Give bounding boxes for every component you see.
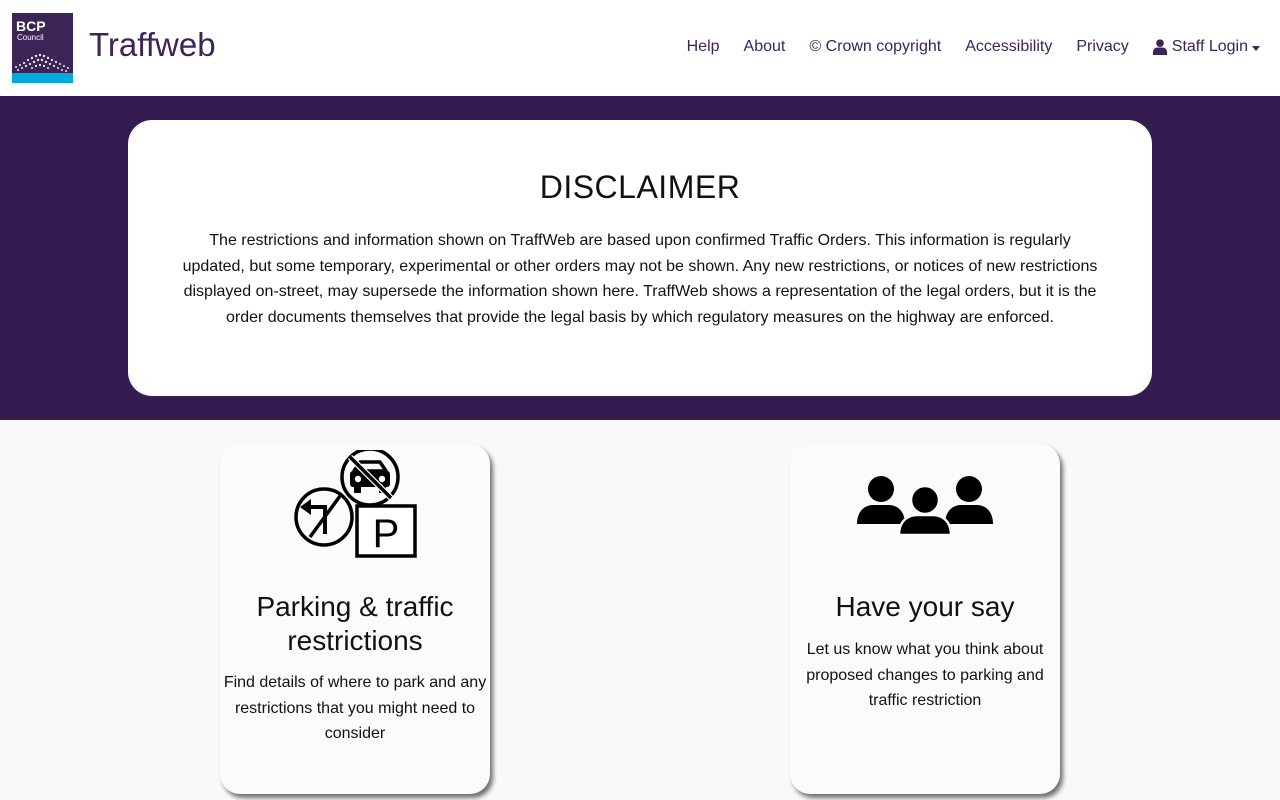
top-nav: Help About © Crown copyright Accessibili… <box>687 38 1260 56</box>
brand-title[interactable]: Traffweb <box>89 26 216 64</box>
nav-accessibility-link[interactable]: Accessibility <box>965 38 1052 56</box>
card-title-parking: Parking & traffic restrictions <box>256 591 454 656</box>
logo-line2: Council <box>17 33 44 42</box>
parking-restrictions-card[interactable]: P Parking & traffic restrictions Find de… <box>220 444 490 794</box>
people-group-icon <box>857 476 993 536</box>
parking-traffic-signs-icon: P <box>294 450 417 558</box>
caret-down-icon <box>1252 45 1260 51</box>
nav-privacy-link[interactable]: Privacy <box>1076 38 1128 56</box>
bcp-council-logo[interactable]: BCP Council <box>12 13 73 83</box>
staff-login-dropdown[interactable]: Staff Login <box>1152 38 1260 56</box>
disclaimer-title: DISCLAIMER <box>539 169 741 205</box>
bcp-council-logo-icon: BCP Council <box>12 13 73 83</box>
staff-login-label: Staff Login <box>1171 38 1248 55</box>
disclaimer-card: DISCLAIMER The restrictions and informat… <box>128 120 1152 396</box>
card-text-have-your-say: Let us know what you think about propose… <box>806 641 1044 710</box>
logo-line1: BCP <box>16 18 46 34</box>
hero-band: DISCLAIMER The restrictions and informat… <box>0 96 1280 420</box>
user-icon <box>1152 39 1167 55</box>
card-text-parking: Find details of where to park and any re… <box>223 674 487 743</box>
nav-copyright-link[interactable]: © Crown copyright <box>809 38 941 56</box>
parking-sign-letter: P <box>373 512 400 556</box>
have-your-say-card[interactable]: Have your say Let us know what you think… <box>790 444 1060 794</box>
nav-help-link[interactable]: Help <box>687 38 720 56</box>
disclaimer-text: The restrictions and information shown o… <box>182 232 1098 326</box>
card-title-have-your-say: Have your say <box>835 591 1015 622</box>
nav-about-link[interactable]: About <box>744 38 786 56</box>
navbar: BCP Council Traffweb Help About © Crown … <box>0 0 1280 96</box>
